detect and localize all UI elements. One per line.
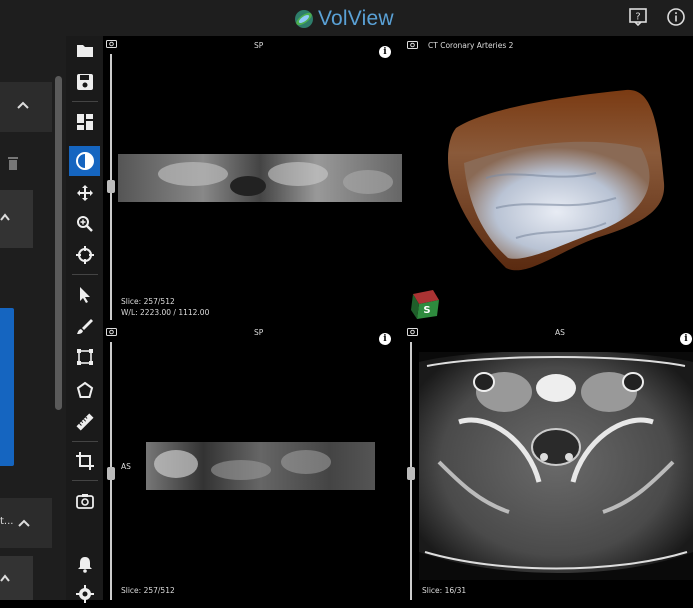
toolbar-divider xyxy=(72,480,98,481)
polygon-icon[interactable] xyxy=(70,376,100,404)
screenshot-icon[interactable] xyxy=(407,327,418,336)
toolbar-divider xyxy=(72,274,98,275)
save-icon[interactable] xyxy=(70,68,100,96)
mri-coronal-slice xyxy=(118,154,402,202)
volume-title: CT Coronary Arteries 2 xyxy=(428,41,514,50)
bell-icon[interactable] xyxy=(70,550,100,578)
app-logo: VolView xyxy=(294,7,394,31)
select-icon[interactable] xyxy=(70,281,100,309)
rectangle-icon[interactable] xyxy=(70,343,100,371)
view-top-left[interactable]: SP i R Slice: 257/512 W/L: 2223.00 / 111… xyxy=(103,36,402,322)
chevron-up-icon[interactable] xyxy=(18,518,30,528)
orientation-cube: S xyxy=(411,290,439,319)
view-bottom-left[interactable]: SP i AS Slice: 257/512 xyxy=(103,324,402,600)
folder-open-icon[interactable] xyxy=(70,36,100,64)
view-bottom-right[interactable]: AS i R Slice: 16/31 xyxy=(404,324,693,600)
panel-subsection-2[interactable] xyxy=(0,556,33,600)
view-orientation-label: SP xyxy=(254,41,264,50)
slice-slider-handle[interactable] xyxy=(107,467,115,480)
layout-icon[interactable] xyxy=(70,108,100,136)
slice-readout: Slice: 16/31 xyxy=(422,586,467,595)
slice-slider-handle[interactable] xyxy=(407,467,415,480)
gear-icon[interactable] xyxy=(70,580,100,608)
paint-icon[interactable] xyxy=(70,312,100,340)
left-panel-scrollbar[interactable] xyxy=(55,76,62,410)
pan-icon[interactable] xyxy=(70,179,100,207)
view-side-label: AS xyxy=(121,462,131,471)
slice-slider-handle[interactable] xyxy=(107,180,115,193)
slice-readout: Slice: 257/512 xyxy=(121,586,175,595)
panel-section-header-2[interactable]: t... xyxy=(0,498,52,548)
screenshot-icon[interactable] xyxy=(106,327,117,336)
screenshot-icon[interactable] xyxy=(70,487,100,515)
chevron-up-icon[interactable] xyxy=(16,100,30,110)
toolbar-divider xyxy=(72,441,98,442)
info-icon[interactable]: i xyxy=(680,333,692,345)
view-orientation-label: AS xyxy=(555,328,565,337)
slice-readout: Slice: 257/512 xyxy=(121,297,175,306)
view-orientation-label: SP xyxy=(254,328,264,337)
top-bar: VolView ? xyxy=(0,0,693,36)
tool-strip xyxy=(66,36,103,603)
panel-section-header[interactable] xyxy=(0,82,52,132)
volview-logo-icon xyxy=(295,10,313,28)
svg-text:?: ? xyxy=(635,12,640,23)
info-circle-icon[interactable] xyxy=(666,7,686,27)
volume-rendering xyxy=(448,89,665,271)
panel-subsection[interactable] xyxy=(0,190,33,248)
screenshot-icon[interactable] xyxy=(407,40,418,49)
toolbar-divider xyxy=(72,101,98,102)
window-level-readout: W/L: 2223.00 / 1112.00 xyxy=(121,308,210,317)
screenshot-icon[interactable] xyxy=(106,39,117,48)
mri-sagittal-slice xyxy=(146,442,375,490)
section-label: t... xyxy=(0,516,14,527)
ruler-icon[interactable] xyxy=(70,408,100,436)
zoom-icon[interactable] xyxy=(70,210,100,238)
crosshairs-icon[interactable] xyxy=(70,241,100,269)
chevron-up-icon[interactable] xyxy=(0,573,12,583)
chevron-up-icon[interactable] xyxy=(0,212,12,222)
help-box-icon[interactable]: ? xyxy=(628,7,648,27)
orientation-cube-label: S xyxy=(423,305,430,316)
window-level-icon[interactable] xyxy=(69,146,100,176)
info-icon[interactable]: i xyxy=(379,46,391,58)
info-icon[interactable]: i xyxy=(379,333,391,345)
crop-icon[interactable] xyxy=(70,447,100,475)
app-name: VolView xyxy=(318,7,394,30)
mri-axial-slice xyxy=(419,352,693,580)
selected-item-highlight[interactable] xyxy=(0,308,14,466)
delete-icon[interactable] xyxy=(7,156,19,170)
view-top-right[interactable]: CT Coronary Arteries 2 S xyxy=(404,36,693,322)
